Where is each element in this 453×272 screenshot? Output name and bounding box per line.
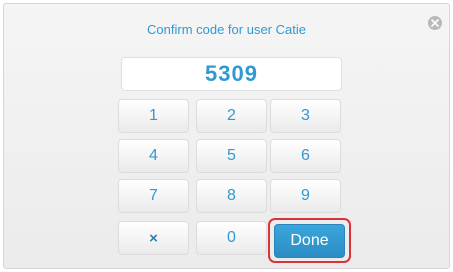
done-button[interactable]: Done <box>274 224 345 258</box>
key-6[interactable]: 6 <box>270 139 341 173</box>
code-display: 5309 <box>121 57 342 91</box>
key-7[interactable]: 7 <box>118 179 189 213</box>
key-4[interactable]: 4 <box>118 139 189 173</box>
key-1[interactable]: 1 <box>118 99 189 133</box>
clear-button[interactable]: × <box>118 221 189 255</box>
dialog-title: Confirm code for user Catie <box>147 22 306 37</box>
key-9[interactable]: 9 <box>270 179 341 213</box>
close-icon[interactable] <box>428 16 442 30</box>
key-3[interactable]: 3 <box>270 99 341 133</box>
confirm-code-dialog: Confirm code for user Catie 5309 1 2 3 4… <box>3 3 450 269</box>
key-8[interactable]: 8 <box>196 179 267 213</box>
key-2[interactable]: 2 <box>196 99 267 133</box>
key-0[interactable]: 0 <box>196 221 267 255</box>
key-5[interactable]: 5 <box>196 139 267 173</box>
